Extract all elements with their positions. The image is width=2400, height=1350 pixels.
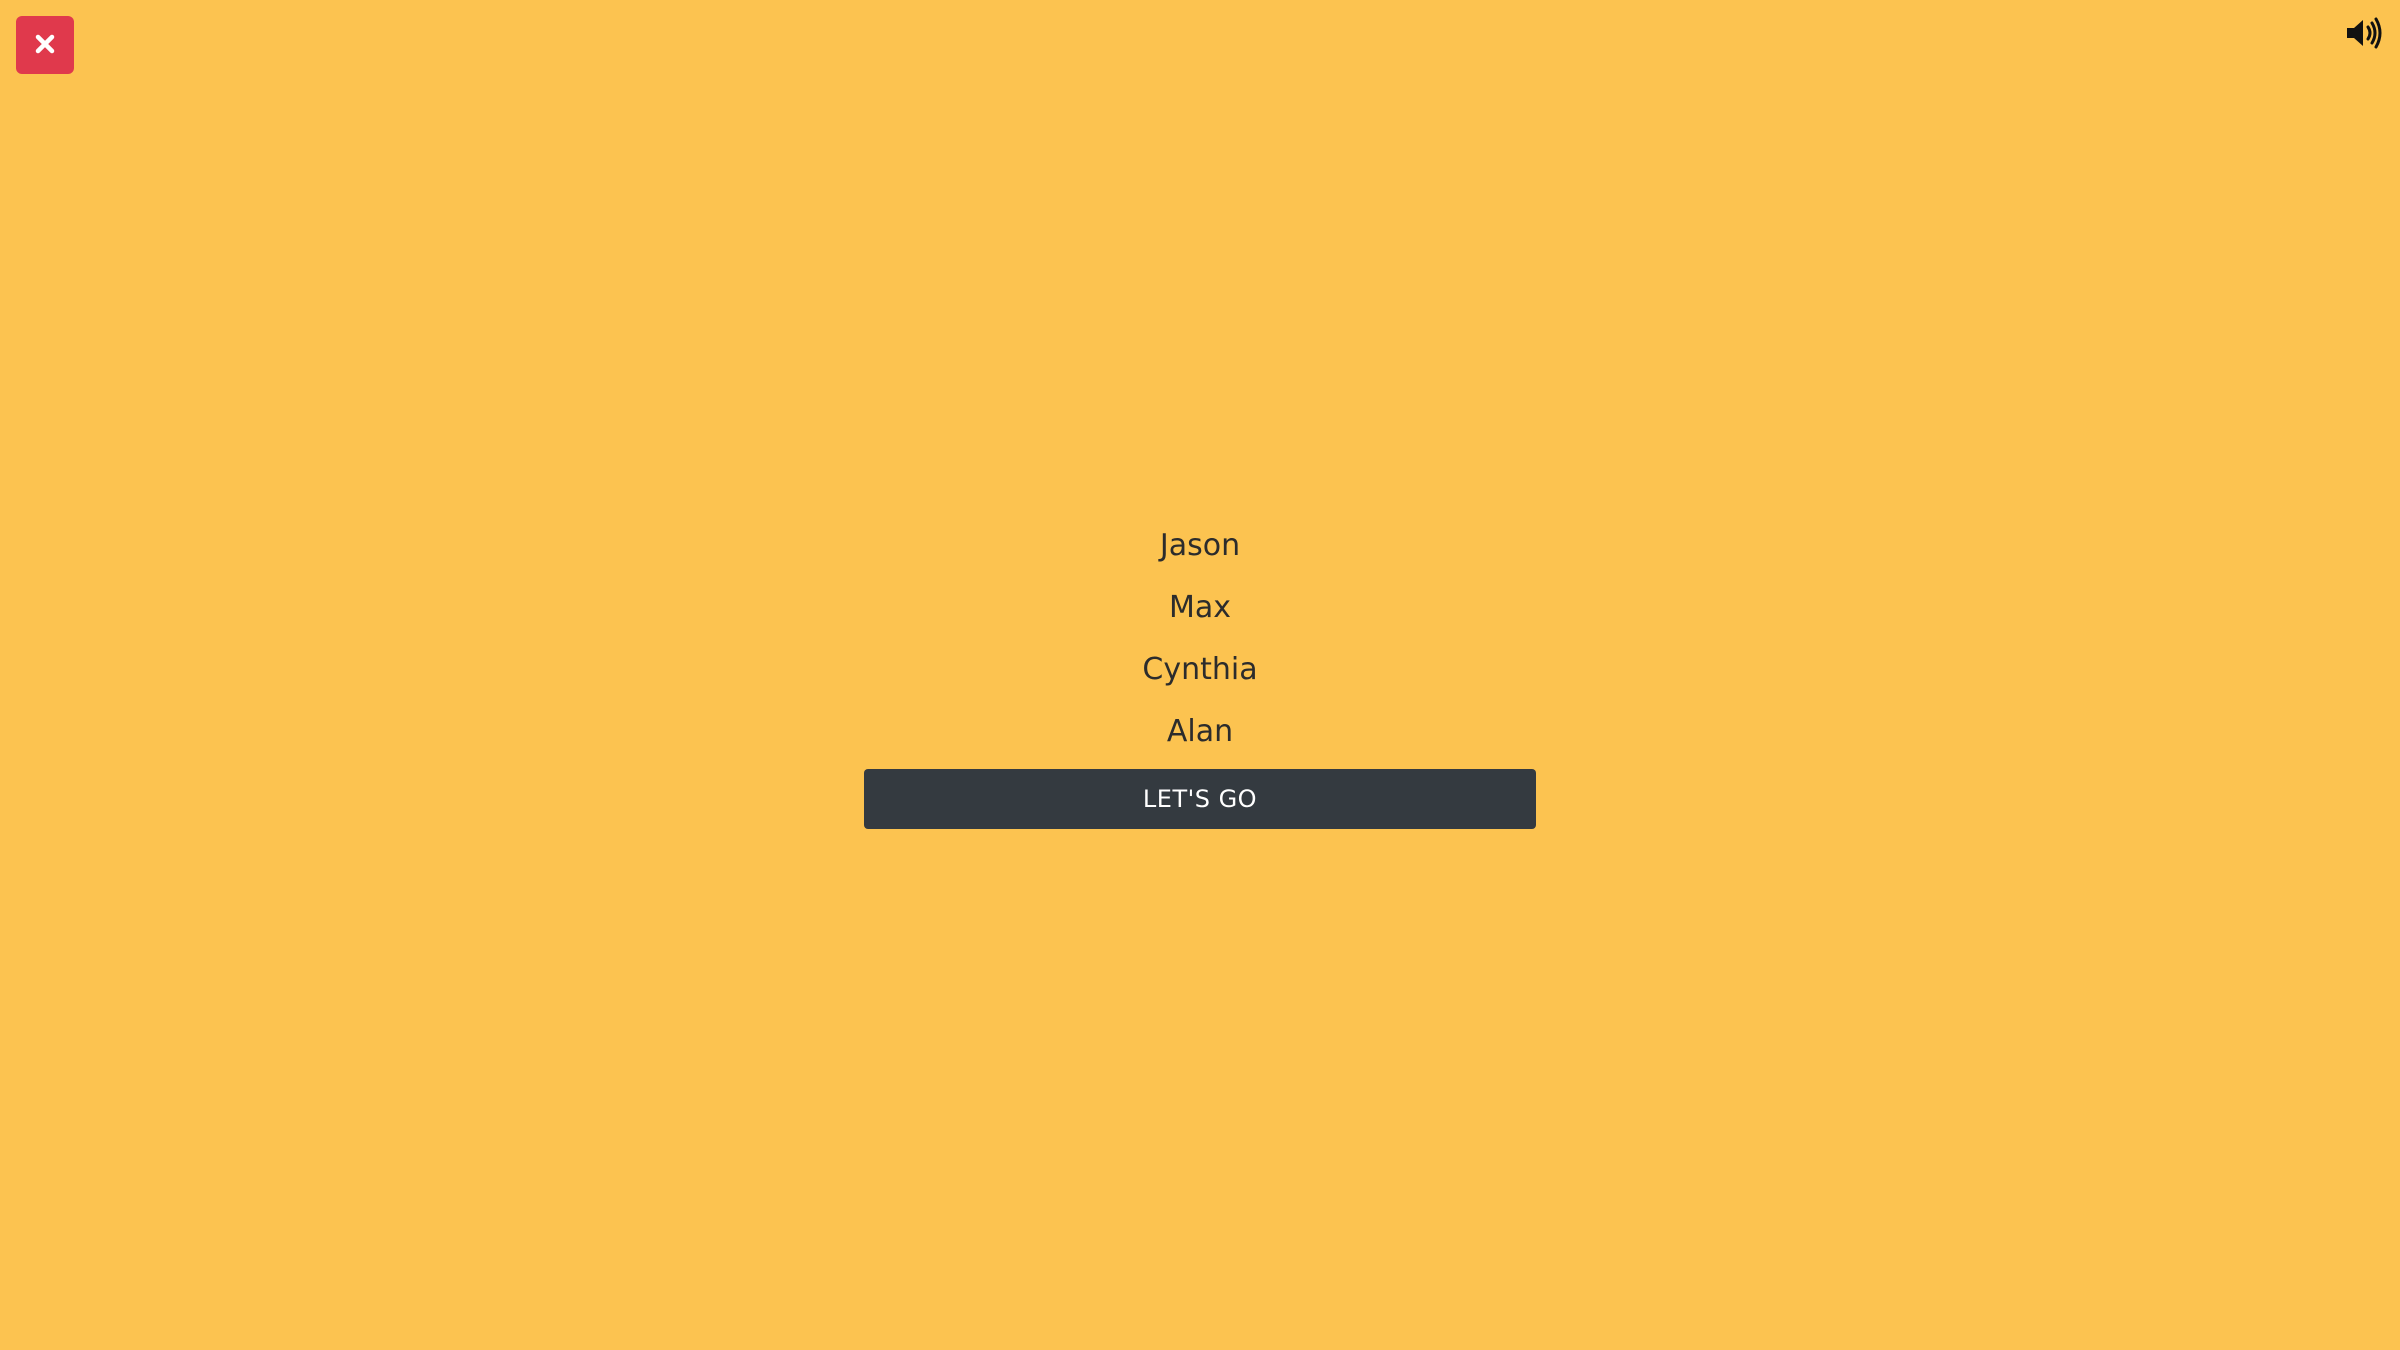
lets-go-button[interactable]: LET'S GO [864,769,1536,829]
player-name: Cynthia [1142,652,1258,687]
close-icon [34,33,56,58]
player-list-panel: Jason Max Cynthia Alan LET'S GO [864,515,1536,829]
close-button[interactable] [16,16,74,74]
speaker-volume-icon [2345,16,2385,53]
player-name: Max [1168,590,1232,625]
sound-toggle-button[interactable] [2344,16,2386,52]
player-name: Jason [1159,528,1241,563]
player-name: Alan [1166,714,1234,749]
